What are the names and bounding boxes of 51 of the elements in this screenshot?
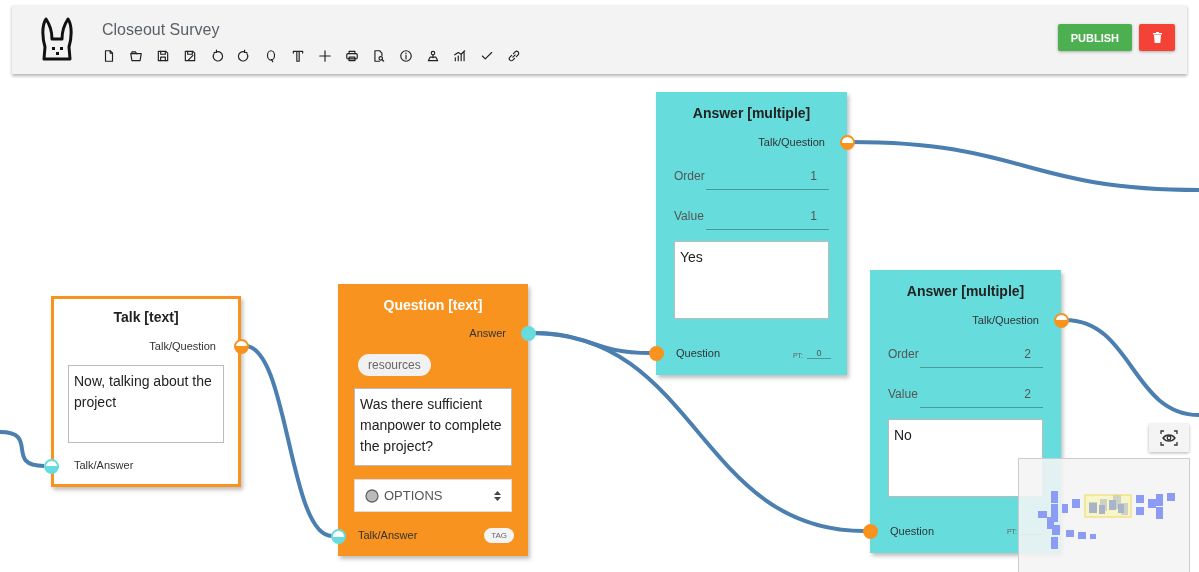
sort-caret-icon (494, 490, 501, 501)
talk-node[interactable]: Talk [text] Talk/Question Now, talking about the project Talk/Answer (51, 296, 241, 487)
folder-icon[interactable] (129, 48, 143, 63)
plus-icon[interactable] (318, 48, 332, 63)
node-title: Answer [multiple] (691, 105, 812, 121)
number-field[interactable]: 1 (706, 162, 829, 190)
eye-icon (1160, 430, 1178, 446)
port-label: Talk/Question (758, 136, 825, 148)
text-icon[interactable] (291, 48, 305, 63)
trash-icon (1152, 32, 1162, 43)
save-as-icon[interactable] (183, 48, 197, 63)
port-label: Talk/Question (972, 314, 1039, 326)
query-icon[interactable] (264, 48, 278, 63)
delete-button[interactable] (1139, 24, 1175, 51)
field-label: Order (674, 169, 706, 183)
text-area[interactable]: Now, talking about the project (68, 365, 224, 443)
connector-line (0, 430, 45, 468)
tag-chip[interactable]: resources (358, 354, 431, 376)
question-node[interactable]: Question [text] Answer resources Was there sufficient manpower to complete the project? OPTIONS Talk/Answer TAG (338, 284, 528, 556)
port-label: Talk/Question (149, 340, 216, 352)
link-icon[interactable] (507, 48, 521, 63)
save-icon[interactable] (156, 48, 170, 63)
number-field[interactable]: 1 (706, 202, 829, 230)
node-title: Question [text] (382, 297, 484, 313)
field-label: Value (888, 387, 919, 401)
app-title: Closeout Survey (102, 20, 221, 39)
port-label: Talk/Answer (358, 529, 418, 541)
field-label: Value (674, 209, 705, 223)
print-icon[interactable] (345, 48, 359, 63)
tag-button[interactable]: TAG (484, 527, 514, 543)
bar-chart-icon[interactable] (453, 48, 467, 63)
text-area[interactable]: Was there sufficient manpower to complete the project? (354, 388, 512, 466)
view-toggle-button[interactable] (1149, 424, 1189, 452)
text-area[interactable]: Yes (674, 241, 829, 319)
node-title: Answer [multiple] (905, 283, 1026, 299)
file-search-icon[interactable] (372, 48, 386, 63)
points-field[interactable]: 0 (807, 347, 831, 359)
info-icon[interactable] (399, 48, 413, 63)
rabbit-logo (40, 16, 74, 63)
node-title: Talk [text] (112, 309, 180, 325)
field-label: Order (888, 347, 920, 361)
port-label: Question (676, 347, 721, 359)
number-field[interactable]: 2 (920, 340, 1043, 368)
port-label: Question (890, 525, 935, 537)
number-field[interactable]: 2 (920, 380, 1043, 408)
radio-icon (365, 488, 379, 503)
port-label: Answer (469, 327, 506, 339)
options-select[interactable]: OPTIONS (354, 479, 512, 512)
port-label: Talk/Answer (74, 459, 134, 471)
new-file-icon[interactable] (102, 48, 116, 63)
text-area[interactable]: No (888, 419, 1043, 497)
